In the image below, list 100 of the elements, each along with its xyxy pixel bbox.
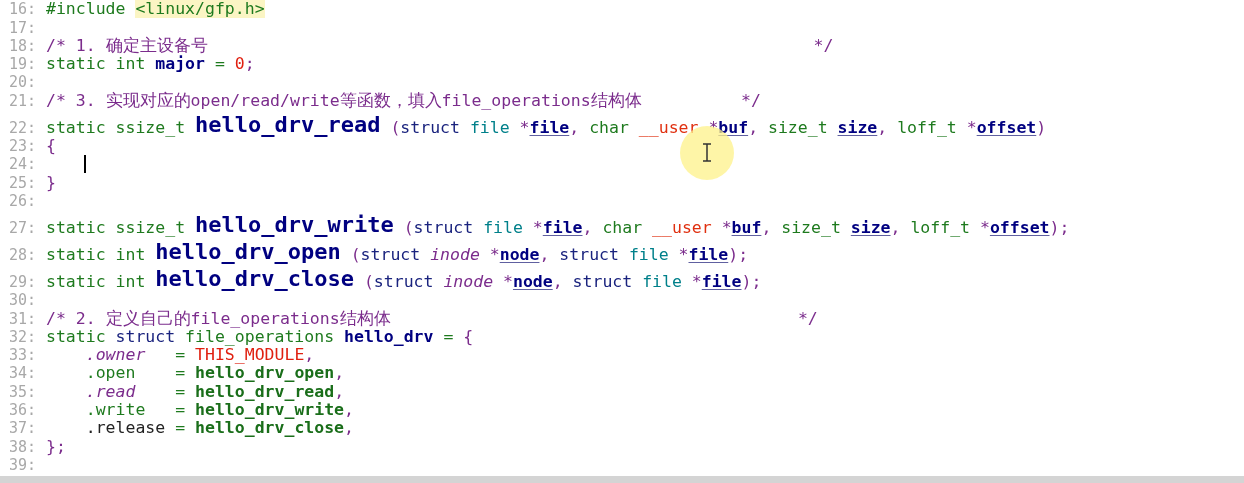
parameter-name: size [837, 118, 878, 137]
punctuation: * [678, 245, 689, 264]
keyword: static [46, 118, 106, 137]
header-name: <linux/gfp.h> [135, 0, 265, 19]
field-name: .release [85, 419, 166, 438]
keyword: struct [400, 118, 460, 137]
keyword: struct [413, 218, 474, 237]
punctuation: ); [741, 272, 762, 291]
parameter-name: size [850, 218, 891, 237]
operator: = [175, 401, 186, 420]
keyword: struct [572, 272, 633, 291]
line-number: 36: [7, 401, 37, 420]
keyword: file_operations [185, 327, 335, 346]
line-number: 37: [7, 419, 37, 438]
line-number: 23: [7, 137, 37, 156]
qualifier: __user [638, 118, 699, 137]
punctuation: * [966, 118, 977, 137]
line-number: 20: [7, 73, 37, 92]
punctuation: * [979, 218, 990, 237]
punctuation: ( [350, 245, 361, 264]
parameter-name: file [701, 272, 742, 291]
punctuation: ) [1036, 118, 1047, 137]
identifier: major [155, 55, 205, 74]
punctuation: , [334, 364, 345, 383]
qualifier: __user [652, 218, 712, 237]
line-number: 38: [7, 437, 37, 456]
punctuation: ( [390, 118, 401, 137]
type-name: file [483, 218, 523, 237]
parameter-name: file [688, 245, 729, 264]
line-number: 28: [7, 245, 37, 264]
punctuation: , [748, 118, 759, 137]
keyword: static [46, 327, 106, 346]
type-name: inode [430, 245, 480, 264]
keyword: int [115, 272, 146, 291]
punctuation: * [489, 245, 500, 264]
line-number: 24: [7, 155, 37, 174]
line-number: 21: [7, 91, 37, 110]
line-number: 29: [7, 272, 37, 291]
type-name: file [628, 245, 669, 264]
keyword: int [115, 55, 146, 74]
keyword: ssize_t [115, 118, 186, 137]
operator: = [175, 346, 186, 365]
keyword: struct [360, 245, 421, 264]
punctuation: * [721, 218, 732, 237]
type-name: file [469, 118, 510, 137]
identifier: hello_drv_read [195, 382, 335, 401]
line-number: 17: [7, 18, 37, 37]
type-name: file [642, 272, 682, 291]
punctuation: ; [244, 55, 255, 74]
parameter-name: buf [731, 218, 762, 237]
parameter-name: offset [989, 218, 1050, 237]
punctuation: * [532, 218, 543, 237]
keyword: static [46, 55, 106, 74]
macro-name: THIS_MODULE [195, 346, 305, 365]
keyword: static [46, 218, 106, 237]
field-name: .read [85, 382, 136, 401]
punctuation: ( [403, 218, 414, 237]
keyword: static [46, 245, 106, 264]
punctuation: , [890, 218, 901, 237]
line-number: 18: [7, 36, 37, 55]
comment-text: /* 1. 确定主设备号 [46, 36, 208, 55]
keyword: static [46, 272, 106, 291]
punctuation: }; [46, 437, 66, 456]
keyword: loff_t [897, 118, 957, 137]
type-name: inode [443, 272, 494, 291]
horizontal-scrollbar[interactable] [0, 476, 1244, 483]
punctuation: { [46, 137, 56, 156]
identifier: hello_drv_close [195, 419, 345, 438]
parameter-name: file [529, 118, 570, 137]
punctuation: , [582, 218, 593, 237]
punctuation: , [539, 245, 550, 264]
parameter-name: file [542, 218, 583, 237]
line-number: 31: [7, 309, 37, 328]
identifier: hello_drv [344, 327, 434, 346]
keyword: size_t [781, 218, 841, 237]
comment-text: */ [797, 309, 818, 328]
punctuation: * [708, 118, 719, 137]
punctuation: , [304, 346, 315, 365]
keyword: int [115, 245, 146, 264]
line-number: 35: [7, 382, 37, 401]
function-name: hello_drv_read [195, 112, 381, 137]
keyword: char [589, 118, 629, 137]
punctuation: , [334, 382, 345, 401]
comment-text: */ [813, 36, 834, 55]
operator: = [443, 327, 454, 346]
punctuation: ); [728, 245, 749, 264]
keyword: size_t [768, 118, 828, 137]
punctuation: { [463, 327, 474, 346]
line-number: 25: [7, 173, 37, 192]
line-number: 27: [7, 218, 37, 237]
operator: = [175, 382, 186, 401]
punctuation: , [344, 419, 354, 438]
punctuation: ( [363, 272, 374, 291]
keyword: char [602, 218, 643, 237]
line-number: 34: [7, 364, 37, 383]
parameter-name: buf [718, 118, 749, 137]
parameter-name: node [512, 272, 553, 291]
line-number: 33: [7, 346, 37, 365]
include-directive: #include [46, 0, 126, 19]
keyword: struct [559, 245, 619, 264]
